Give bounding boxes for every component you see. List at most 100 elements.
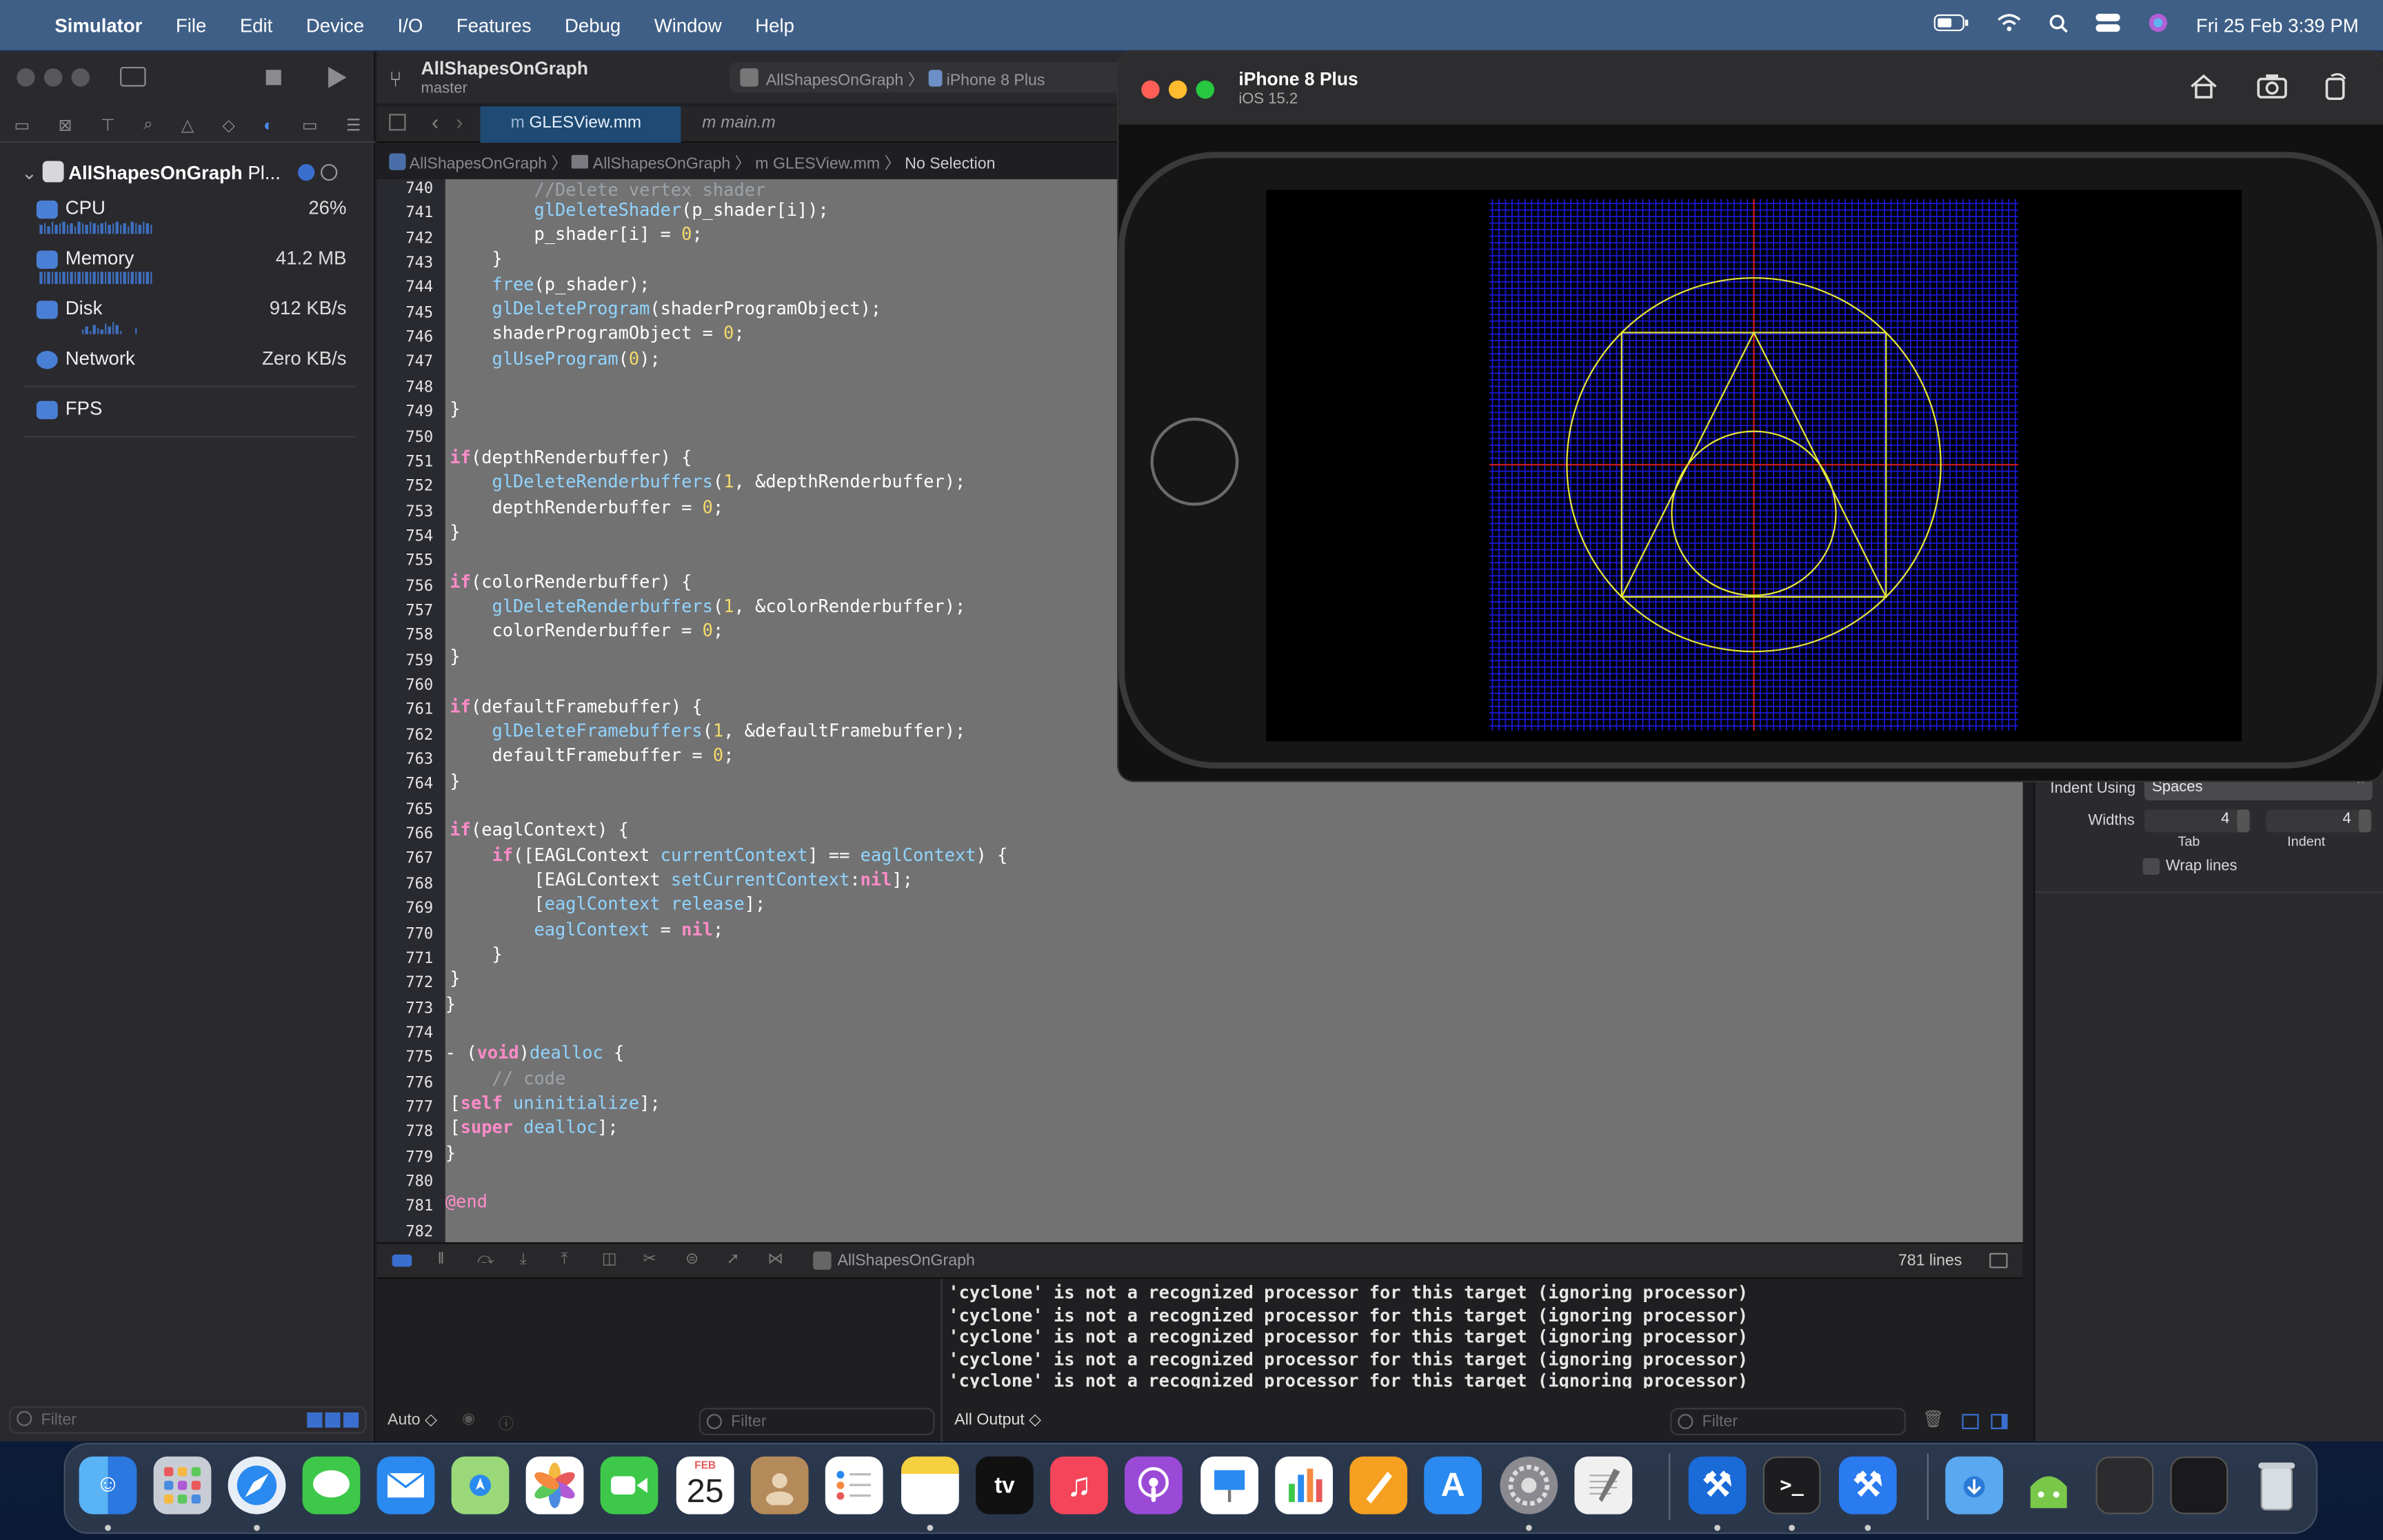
report-navigator-icon[interactable]: ☰ xyxy=(346,115,361,135)
step-into-icon[interactable]: ⤓ xyxy=(520,1250,527,1270)
line-number[interactable]: 772 xyxy=(405,975,433,992)
gauge-memory[interactable]: Memory 41.2 MB xyxy=(36,247,356,298)
textedit-icon[interactable] xyxy=(1574,1456,1633,1514)
line-number[interactable]: 743 xyxy=(405,255,433,272)
system-preferences-icon[interactable] xyxy=(1500,1456,1558,1514)
line-number[interactable]: 781 xyxy=(405,1199,433,1215)
home-icon[interactable] xyxy=(2189,73,2219,108)
tab-main[interactable]: m main.m xyxy=(702,106,775,143)
show-variables-icon[interactable] xyxy=(1962,1414,1979,1430)
show-console-icon[interactable] xyxy=(1991,1414,2008,1430)
facetime-icon[interactable] xyxy=(600,1456,658,1514)
control-center-icon[interactable] xyxy=(2095,13,2120,37)
keynote-icon[interactable] xyxy=(1200,1456,1258,1514)
console-filter-field[interactable]: Filter xyxy=(1670,1408,1906,1436)
line-number[interactable]: 759 xyxy=(405,653,433,669)
pause-icon[interactable]: ‖ xyxy=(438,1250,445,1268)
toolbar-project-name[interactable]: AllShapesOnGraph xyxy=(421,58,589,79)
menu-edit[interactable]: Edit xyxy=(240,14,272,36)
notes-icon[interactable] xyxy=(901,1456,959,1514)
line-number[interactable]: 765 xyxy=(405,802,433,818)
menu-window[interactable]: Window xyxy=(654,14,722,36)
downloads-folder-icon[interactable] xyxy=(1945,1456,2004,1514)
tab-width-field[interactable]: 4 xyxy=(2144,809,2251,833)
line-number[interactable]: 764 xyxy=(405,777,433,793)
line-number[interactable]: 777 xyxy=(405,1100,433,1116)
line-number[interactable]: 775 xyxy=(405,1050,433,1066)
line-number[interactable]: 774 xyxy=(405,1025,433,1042)
line-number[interactable]: 754 xyxy=(405,528,433,545)
tab-glesview[interactable]: m GLESView.mm xyxy=(480,106,681,143)
navigator-filter-field[interactable]: Filter xyxy=(9,1406,367,1434)
music-icon[interactable]: ♫ xyxy=(1050,1456,1108,1514)
toolbar-branch-name[interactable]: master xyxy=(421,81,467,97)
variables-filter-field[interactable]: Filter xyxy=(698,1408,935,1436)
line-number[interactable]: 749 xyxy=(405,404,433,421)
line-number[interactable]: 761 xyxy=(405,702,433,719)
reminders-icon[interactable] xyxy=(825,1456,883,1514)
line-number[interactable]: 753 xyxy=(405,503,433,520)
menu-file[interactable]: File xyxy=(176,14,206,36)
step-out-icon[interactable]: ⤒ xyxy=(561,1250,567,1270)
line-number[interactable]: 760 xyxy=(405,678,433,694)
line-number[interactable]: 770 xyxy=(405,926,433,942)
wrap-lines-checkbox[interactable] xyxy=(2142,858,2160,875)
jumpbar-selection[interactable]: No Selection xyxy=(905,155,995,173)
forward-chevron-icon[interactable]: › xyxy=(456,110,463,134)
tab-width-stepper[interactable] xyxy=(2237,809,2250,833)
terminal-icon[interactable]: >_ xyxy=(1762,1456,1821,1514)
window-close-dot[interactable] xyxy=(17,68,35,87)
line-number[interactable]: 782 xyxy=(405,1224,433,1240)
indent-using-select[interactable]: Spaces ⌃ xyxy=(2144,778,2373,801)
run-icon[interactable] xyxy=(328,66,347,88)
minimap-toggle-icon[interactable] xyxy=(1989,1253,2008,1268)
contacts-icon[interactable] xyxy=(750,1456,809,1514)
console-output-selector[interactable]: All Output ◇ xyxy=(954,1411,1041,1429)
metal-debugger-icon[interactable]: ⋈ xyxy=(767,1250,783,1268)
source-control-icon[interactable]: ⊠ xyxy=(59,115,72,135)
debug-target-name[interactable]: AllShapesOnGraph xyxy=(837,1251,974,1269)
indent-width-stepper[interactable] xyxy=(2358,809,2371,833)
launchpad-icon[interactable] xyxy=(153,1456,212,1514)
debug-navigator-icon[interactable]: ◐ xyxy=(263,116,274,134)
stop-icon[interactable] xyxy=(265,70,281,85)
window-thumbnail-icon[interactable] xyxy=(2095,1456,2154,1514)
test-navigator-icon[interactable]: ◇ xyxy=(222,115,235,135)
gauge-cpu[interactable]: CPU 26% xyxy=(36,197,356,247)
process-status-icon[interactable] xyxy=(320,163,337,181)
podcasts-icon[interactable] xyxy=(1125,1456,1183,1514)
step-over-icon[interactable]: ⤼ xyxy=(477,1250,494,1270)
line-number[interactable]: 768 xyxy=(405,876,433,893)
simulate-location-icon[interactable]: ➚ xyxy=(727,1250,740,1268)
filter-option-icon[interactable] xyxy=(307,1412,359,1428)
screenshot-camera-icon[interactable] xyxy=(2257,73,2287,108)
mail-icon[interactable] xyxy=(376,1456,435,1514)
scheme-selector[interactable]: AllShapesOnGraph 〉 iPhone 8 Plus xyxy=(729,62,1125,93)
eye-icon[interactable]: ◉ xyxy=(462,1411,475,1428)
line-number[interactable]: 769 xyxy=(405,901,433,918)
line-number[interactable]: 779 xyxy=(405,1149,433,1166)
device-screen[interactable] xyxy=(1266,190,2242,742)
line-number[interactable]: 766 xyxy=(405,827,433,843)
messages-icon[interactable] xyxy=(302,1456,361,1514)
line-number[interactable]: 767 xyxy=(405,851,433,868)
disclosure-chevron-icon[interactable]: ⌄ xyxy=(21,163,43,184)
trash-icon[interactable] xyxy=(2248,1457,2306,1514)
line-number[interactable]: 776 xyxy=(405,1075,433,1091)
menu-features[interactable]: Features xyxy=(456,14,532,36)
window-minimize-dot[interactable] xyxy=(43,68,63,87)
app-store-icon[interactable]: A xyxy=(1424,1456,1482,1514)
line-number[interactable]: 762 xyxy=(405,727,433,744)
line-number[interactable]: 778 xyxy=(405,1124,433,1141)
console-output[interactable]: 'cyclone' is not a recognized processor … xyxy=(948,1282,2012,1388)
menu-debug[interactable]: Debug xyxy=(565,14,621,36)
memory-graph-icon[interactable]: ✂ xyxy=(643,1250,656,1268)
apple-tv-icon[interactable]: tv xyxy=(976,1456,1034,1514)
sidebar-toggle-icon[interactable] xyxy=(120,66,146,87)
process-root[interactable]: ⌄ AllShapesOnGraph Pl... xyxy=(21,161,337,184)
line-number[interactable]: 773 xyxy=(405,1000,433,1017)
gauge-network[interactable]: Network Zero KB/s xyxy=(36,348,356,398)
jumpbar-group[interactable]: AllShapesOnGraph xyxy=(593,155,730,173)
project-navigator-icon[interactable]: ▭ xyxy=(14,115,30,135)
menu-help[interactable]: Help xyxy=(755,14,794,36)
